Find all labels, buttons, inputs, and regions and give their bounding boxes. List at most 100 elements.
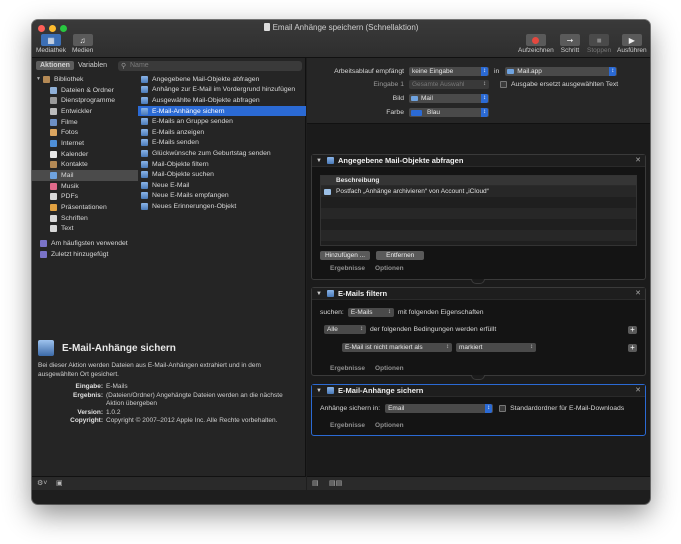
action-item[interactable]: Anhänge zur E-Mail im Vordergrund hinzuf… — [138, 85, 306, 96]
action-label: Neue E-Mail — [152, 181, 190, 189]
table-row[interactable] — [321, 197, 636, 208]
action-item[interactable]: Mail-Objekte filtern — [138, 159, 306, 170]
record-button[interactable]: Aufzeichnen — [518, 34, 554, 54]
category-item[interactable]: Filme — [32, 117, 138, 128]
card-header[interactable]: ▼ E-Mail-Anhänge sichern ✕ — [312, 385, 645, 397]
table-row[interactable] — [321, 208, 636, 219]
category-item[interactable]: Entwickler — [32, 106, 138, 117]
add-button[interactable]: Hinzufügen ... — [320, 251, 371, 260]
add-condition-row-button[interactable]: + — [628, 344, 637, 352]
replace-checkbox[interactable] — [500, 81, 507, 88]
action-item[interactable]: Glückwünsche zum Geburtstag senden — [138, 148, 306, 159]
card-title: E-Mail-Anhänge sichern — [337, 386, 424, 395]
close-icon[interactable]: ✕ — [635, 156, 641, 164]
options-toggle[interactable]: Optionen — [375, 265, 404, 272]
remove-button[interactable]: Entfernen — [376, 251, 425, 260]
smart-group-label: Zuletzt hinzugefügt — [51, 250, 109, 258]
stop-button[interactable]: ■ Stoppen — [587, 34, 611, 54]
category-item[interactable]: Präsentationen — [32, 202, 138, 213]
toggle-description-icon[interactable]: ▣ — [56, 479, 63, 487]
receives-popup[interactable]: keine Eingabe — [409, 67, 489, 76]
run-button[interactable]: ▶ Ausführen — [617, 34, 647, 54]
media-button[interactable]: ♫ Medien — [72, 34, 93, 54]
category-item[interactable]: ▼ Bibliothek — [32, 74, 138, 85]
table-row[interactable] — [321, 230, 636, 241]
category-item[interactable]: Dienstprogramme — [32, 95, 138, 106]
image-mail-icon — [411, 96, 418, 101]
step-button[interactable]: ➞ Schritt — [560, 34, 580, 54]
action-item[interactable]: E-Mails an Gruppe senden — [138, 116, 306, 127]
action-item[interactable]: E-Mail-Anhänge sichern — [138, 105, 306, 117]
card-header[interactable]: ▼ Angegebene Mail-Objekte abfragen ✕ — [312, 155, 645, 167]
action-item[interactable]: Neue E-Mails empfangen — [138, 191, 306, 202]
match-popup[interactable]: Alle — [324, 325, 366, 334]
table-row[interactable] — [321, 219, 636, 230]
action-item[interactable]: E-Mails senden — [138, 138, 306, 149]
image-popup[interactable]: Mail — [409, 94, 489, 103]
disclosure-icon[interactable]: ▼ — [316, 388, 322, 394]
smart-group-item[interactable]: Zuletzt hinzugefügt — [32, 249, 138, 260]
step-label: Schritt — [560, 47, 580, 54]
list-view-icon[interactable]: ▤ — [312, 479, 319, 487]
category-label: Kalender — [61, 150, 89, 158]
add-condition-button[interactable]: + — [628, 326, 637, 334]
action-label: Mail-Objekte filtern — [152, 160, 209, 168]
category-item[interactable]: Musik — [32, 181, 138, 192]
search-type-popup[interactable]: E-Mails — [347, 308, 394, 317]
category-item[interactable]: Kontakte — [32, 160, 138, 171]
category-item[interactable]: Schriften — [32, 213, 138, 224]
category-item[interactable]: Internet — [32, 138, 138, 149]
condition-field-popup[interactable]: E-Mail ist nicht markiert als — [342, 343, 452, 352]
card-header[interactable]: ▼ E-Mails filtern ✕ — [312, 288, 645, 300]
action-mail-icon — [141, 160, 148, 168]
action-item[interactable]: Neues Erinnerungen-Objekt — [138, 201, 306, 212]
action-item[interactable]: E-Mails anzeigen — [138, 127, 306, 138]
category-item[interactable]: Mail — [32, 170, 138, 181]
category-item[interactable]: Kalender — [32, 149, 138, 160]
disclosure-icon[interactable]: ▼ — [316, 291, 322, 297]
disclosure-icon[interactable]: ▼ — [36, 76, 41, 82]
category-item[interactable]: Text — [32, 224, 138, 235]
tab-variables[interactable]: Variablen — [74, 61, 111, 70]
app-popup[interactable]: Mail.app — [505, 67, 618, 76]
disclosure-icon[interactable]: ▼ — [316, 158, 322, 164]
category-item[interactable]: Dateien & Ordner — [32, 85, 138, 96]
color-popup[interactable]: Blau — [409, 108, 489, 117]
library-button[interactable]: ▦ Mediathek — [36, 34, 66, 54]
card-connector — [471, 279, 485, 284]
results-toggle[interactable]: Ergebnisse — [330, 422, 365, 429]
description-field: Ergebnis: (Dateien/Ordner) Angehängte Dat… — [38, 392, 300, 409]
save-location-popup[interactable]: Email — [385, 404, 494, 413]
action-item[interactable]: Mail-Objekte suchen — [138, 169, 306, 180]
smart-group-item[interactable]: Am häufigsten verwendet — [32, 238, 138, 249]
action-item[interactable]: Neue E-Mail — [138, 180, 306, 191]
category-item[interactable]: PDFs — [32, 192, 138, 203]
close-icon[interactable]: ✕ — [635, 386, 641, 394]
log-view-icon[interactable]: ▤▤ — [329, 479, 342, 487]
action-item[interactable]: Ausgewählte Mail-Objekte abfragen — [138, 95, 306, 106]
document-icon — [263, 23, 270, 31]
action-item[interactable]: Angegebene Mail-Objekte abfragen — [138, 74, 306, 85]
mailbox-icon — [324, 188, 331, 195]
options-toggle[interactable]: Optionen — [375, 422, 404, 429]
condition-value-popup[interactable]: markiert — [456, 343, 536, 352]
default-folder-checkbox[interactable] — [499, 405, 507, 412]
category-icon — [42, 75, 50, 83]
tab-actions[interactable]: Aktionen — [36, 61, 74, 70]
table-row[interactable]: Postfach „Anhänge archivieren“ von Accou… — [321, 186, 636, 197]
category-list: ▼ Bibliothek Dateien & Ordner Dienstprogram… — [32, 74, 138, 260]
close-icon[interactable]: ✕ — [635, 289, 641, 297]
results-toggle[interactable]: Ergebnisse — [330, 365, 365, 372]
category-item[interactable]: Fotos — [32, 127, 138, 138]
library-search-input[interactable]: ⚲ Name — [118, 61, 302, 71]
action-label: Angegebene Mail-Objekte abfragen — [152, 75, 260, 83]
input-popup[interactable]: Gesamte Auswahl — [409, 80, 489, 89]
properties-label: mit folgenden Eigenschaften — [397, 309, 484, 316]
workflow-settings: Arbeitsablauf empfängt keine Eingabe in … — [307, 58, 650, 124]
gear-menu-icon[interactable]: ⚙˅ — [37, 479, 47, 487]
results-toggle[interactable]: Ergebnisse — [330, 265, 365, 272]
category-icon — [50, 129, 57, 137]
library-panel: Aktionen Variablen ⚲ Name ▼ Bibliothek Dat… — [32, 58, 306, 490]
step-icon: ➞ — [560, 34, 580, 46]
options-toggle[interactable]: Optionen — [375, 365, 404, 372]
